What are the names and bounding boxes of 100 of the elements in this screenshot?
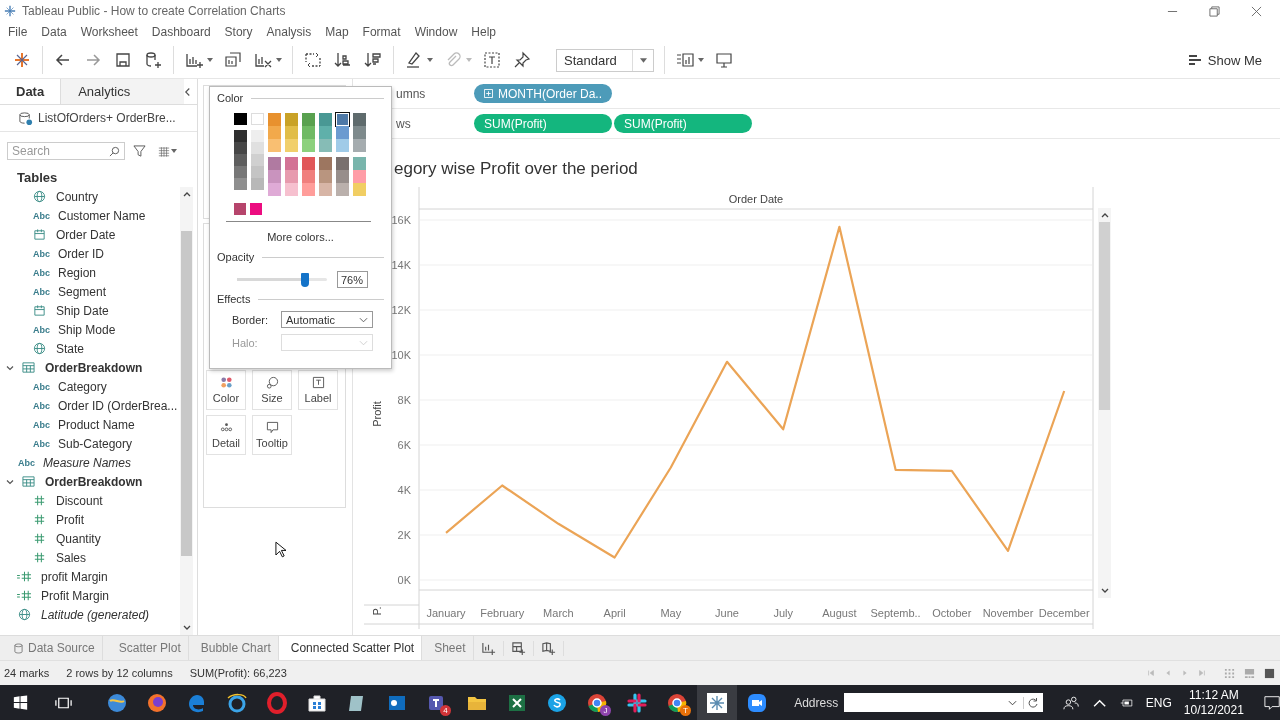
filmstrip-view-icon[interactable] [1244,667,1255,679]
color-swatch[interactable] [319,113,332,126]
color-swatch[interactable] [319,157,332,170]
field-item[interactable]: Quantity [0,529,180,548]
tableau-logo-icon[interactable] [12,50,32,70]
field-item[interactable]: Abc Customer Name [0,206,180,225]
color-swatch[interactable] [319,170,332,183]
color-swatch[interactable] [302,126,315,139]
duplicate-sheet-icon[interactable] [223,50,243,70]
color-swatch[interactable] [353,183,366,196]
caret-icon[interactable] [171,149,177,153]
menu-item[interactable]: Worksheet [80,25,138,39]
menu-item[interactable]: Help [471,25,496,39]
clock[interactable]: 11:12 AM 10/12/2021 [1183,687,1244,718]
color-swatch[interactable] [285,139,298,152]
menu-item[interactable]: File [8,25,28,39]
color-swatch[interactable] [268,170,281,183]
marks-button[interactable]: Size [252,370,292,410]
show-cards-icon[interactable] [675,50,695,70]
color-swatch[interactable] [251,154,264,166]
opacity-slider[interactable] [237,272,327,287]
scrollbar[interactable] [1098,208,1111,598]
color-swatch[interactable] [353,157,366,170]
save-icon[interactable] [113,50,133,70]
opacity-value-field[interactable]: 76% [337,271,368,288]
field-item[interactable]: Abc Category [0,377,180,396]
color-swatch[interactable] [336,157,349,170]
cross-logo-icon[interactable] [706,691,729,714]
field-item[interactable]: Abc Measure Names [0,453,180,472]
menu-item[interactable]: Story [224,25,253,39]
field-item[interactable]: Discount [0,491,180,510]
slider-thumb[interactable] [301,272,310,287]
chat-bubble-icon[interactable] [546,691,569,714]
color-swatch[interactable] [285,170,298,183]
globe-app-icon[interactable] [106,691,129,714]
field-item[interactable]: profit Margin [0,567,180,586]
field-item[interactable]: Abc Order ID (OrderBrea... [0,396,180,415]
caret-icon[interactable] [6,363,14,372]
field-item[interactable]: Ship Date [0,301,180,320]
color-swatch[interactable] [336,170,349,183]
marks-button[interactable]: Color [206,370,246,410]
notifications-icon[interactable] [1263,694,1280,711]
color-swatch[interactable] [336,183,349,196]
color-swatch[interactable] [302,113,315,126]
scroll-down-icon[interactable] [182,625,191,631]
marks-button[interactable]: Detail [206,415,246,455]
color-swatch[interactable] [268,183,281,196]
pin-icon[interactable] [512,50,532,70]
people-icon[interactable] [1063,694,1080,711]
language-indicator[interactable]: ENG [1145,695,1172,710]
grid-view-icon[interactable] [1224,667,1235,679]
color-swatch[interactable] [353,126,366,139]
caret-icon[interactable] [427,58,433,62]
menu-item[interactable]: Data [41,25,67,39]
next-page-icon[interactable] [1181,669,1189,677]
border-dropdown[interactable]: Automatic [281,311,373,328]
filter-icon[interactable] [133,144,146,158]
field-item[interactable]: Sales [0,548,180,567]
color-swatch[interactable] [268,126,281,139]
color-swatch[interactable] [251,166,264,178]
caret-icon[interactable] [276,58,282,62]
data-source-name[interactable]: ListOfOrders+ OrderBre... [38,111,176,125]
color-swatch[interactable] [268,157,281,170]
previous-page-icon[interactable] [1164,669,1172,677]
color-swatch[interactable] [319,126,332,139]
color-swatch[interactable] [319,139,332,152]
color-swatch[interactable] [285,126,298,139]
scroll-down-icon[interactable] [1100,588,1109,594]
first-page-icon[interactable] [1147,669,1155,677]
search-field[interactable]: Search [7,142,125,160]
field-item[interactable]: Order Date [0,225,180,244]
color-swatch[interactable] [250,203,262,215]
menu-item[interactable]: Map [325,25,349,39]
presentation-icon[interactable] [714,50,734,70]
field-item[interactable]: Profit [0,510,180,529]
color-swatch[interactable] [251,113,264,125]
color-swatch[interactable] [251,130,264,142]
scroll-up-icon[interactable] [182,191,191,197]
menu-item[interactable]: Dashboard [151,25,211,39]
menu-item[interactable]: Window [414,25,458,39]
field-item[interactable]: Latitude (generated) [0,605,180,624]
color-swatch[interactable] [302,157,315,170]
color-swatch[interactable] [302,170,315,183]
marks-button[interactable]: Tooltip [252,415,292,455]
windows-logo-icon[interactable] [11,692,30,713]
sheet-tab[interactable]: Connected Scatter Plot [278,636,423,660]
more-colors-link[interactable]: More colors... [217,222,384,250]
refresh-icon[interactable] [1023,696,1039,709]
pane-tab[interactable]: Analytics [60,79,184,104]
ring-app-icon[interactable] [266,691,289,714]
color-swatch[interactable] [353,113,366,126]
list-view-icon[interactable] [158,145,170,157]
field-item[interactable]: Abc Segment [0,282,180,301]
field-item[interactable]: Abc Sub-Category [0,434,180,453]
color-swatch[interactable] [268,113,281,126]
field-item[interactable]: State [0,339,180,358]
color-swatch[interactable] [336,139,349,152]
color-swatch[interactable] [353,139,366,152]
menu-item[interactable]: Format [362,25,401,39]
pinwheel-icon[interactable] [626,691,649,714]
